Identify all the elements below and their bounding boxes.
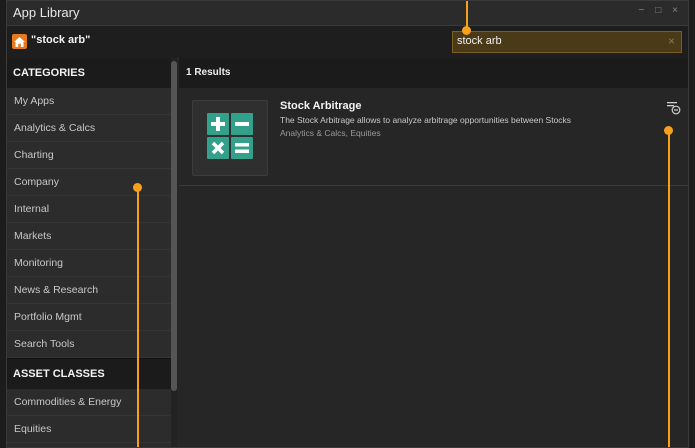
asset-class-equities[interactable]: Equities: [7, 416, 171, 443]
annotation-line-sidebar: [137, 187, 139, 447]
scrollbar-thumb[interactable]: [171, 61, 177, 391]
annotation-dot-action: [664, 126, 673, 135]
title-bar[interactable]: App Library − □ ×: [7, 1, 688, 26]
window-title: App Library: [13, 5, 80, 20]
sidebar: CATEGORIES My Apps Analytics & Calcs Cha…: [7, 58, 171, 447]
app-name[interactable]: Stock Arbitrage: [280, 100, 362, 112]
category-portfolio-mgmt[interactable]: Portfolio Mgmt: [7, 304, 171, 331]
results-panel: 1 Results Stock Arbitrage The Stock Arbi…: [179, 58, 688, 447]
remove-from-list-icon[interactable]: [666, 100, 681, 115]
app-description: The Stock Arbitrage allows to analyze ar…: [280, 115, 572, 125]
window-controls: − □ ×: [637, 5, 682, 16]
category-company[interactable]: Company: [7, 169, 171, 196]
calculator-grid-icon: [207, 113, 253, 159]
annotation-dot-search: [462, 26, 471, 35]
search-input[interactable]: [457, 35, 657, 47]
home-icon[interactable]: [12, 34, 27, 49]
search-box[interactable]: ×: [452, 31, 682, 53]
search-row: "stock arb" ×: [7, 26, 688, 59]
result-card-stock-arbitrage[interactable]: Stock Arbitrage The Stock Arbitrage allo…: [179, 90, 688, 186]
category-search-tools[interactable]: Search Tools: [7, 331, 171, 358]
category-analytics-calcs[interactable]: Analytics & Calcs: [7, 115, 171, 142]
asset-class-commodities-energy[interactable]: Commodities & Energy: [7, 389, 171, 416]
minimize-icon[interactable]: −: [637, 5, 648, 16]
annotation-line-action: [668, 130, 670, 447]
results-count: 1 Results: [179, 58, 688, 88]
category-markets[interactable]: Markets: [7, 223, 171, 250]
category-monitoring[interactable]: Monitoring: [7, 250, 171, 277]
clear-search-icon[interactable]: ×: [668, 34, 675, 48]
annotation-dot-sidebar: [133, 183, 142, 192]
maximize-icon[interactable]: □: [654, 5, 665, 16]
category-charting[interactable]: Charting: [7, 142, 171, 169]
categories-header: CATEGORIES: [7, 58, 171, 88]
app-tile[interactable]: [192, 100, 268, 176]
sidebar-scrollbar[interactable]: [171, 58, 177, 447]
app-tags: Analytics & Calcs, Equities: [280, 128, 381, 138]
asset-classes-header: ASSET CLASSES: [7, 358, 171, 389]
annotation-line-search: [466, 1, 468, 27]
category-news-research[interactable]: News & Research: [7, 277, 171, 304]
search-query-title: "stock arb": [31, 34, 91, 46]
category-internal[interactable]: Internal: [7, 196, 171, 223]
category-my-apps[interactable]: My Apps: [7, 88, 171, 115]
close-icon[interactable]: ×: [671, 5, 682, 16]
app-library-window: App Library − □ × "stock arb" × CATEGORI…: [6, 0, 689, 448]
